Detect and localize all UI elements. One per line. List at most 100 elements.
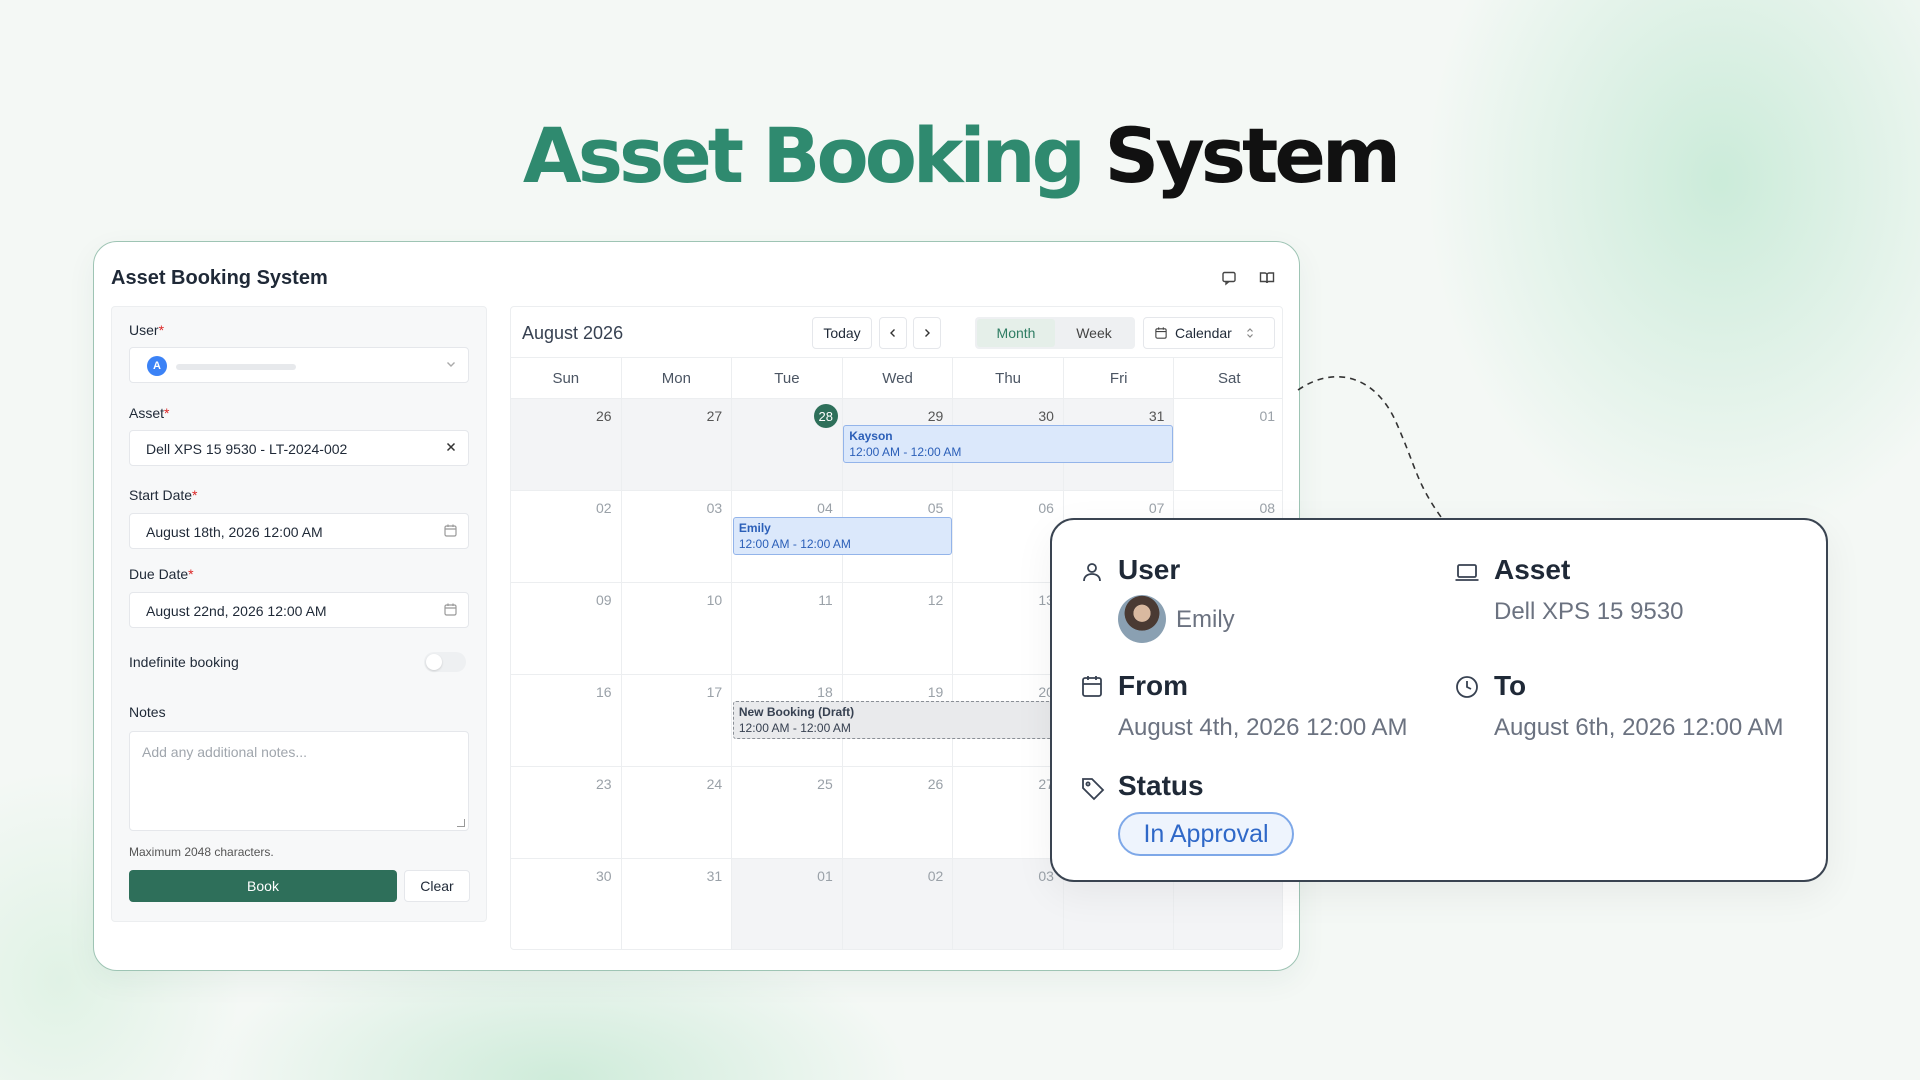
view-week-button[interactable]: Week: [1055, 319, 1133, 347]
popover-asset-label: Asset: [1494, 554, 1571, 585]
day-number: 25: [817, 776, 833, 792]
app-title: Asset Booking System: [111, 267, 328, 289]
day-number: 31: [706, 868, 723, 884]
tag-icon: [1082, 778, 1105, 801]
calendar-day-cell[interactable]: 06: [953, 491, 1064, 582]
weekday-header: Sun Mon Tue Wed Thu Fri Sat: [511, 357, 1282, 399]
chevron-right-icon: [925, 329, 930, 337]
calendar-day-cell[interactable]: 27: [953, 767, 1064, 858]
day-number: 03: [1038, 868, 1054, 884]
day-number: 31: [1148, 408, 1165, 424]
day-number: 02: [596, 500, 612, 516]
calendar-day-cell[interactable]: 27: [621, 399, 733, 490]
day-number: 23: [596, 776, 612, 792]
start-date-input[interactable]: August 18th, 2026 12:00 AM: [129, 513, 469, 549]
today-button[interactable]: Today: [812, 317, 872, 349]
close-icon[interactable]: [444, 440, 458, 454]
calendar-day-cell[interactable]: 02: [842, 859, 954, 949]
day-number: 09: [596, 592, 612, 608]
day-number: 12: [927, 592, 944, 608]
next-month-button[interactable]: [913, 317, 941, 349]
booking-event[interactable]: Kayson 12:00 AM - 12:00 AM: [843, 425, 1173, 463]
calendar-day-cell[interactable]: 13: [953, 583, 1064, 674]
calendar-day-cell[interactable]: 10: [622, 583, 733, 674]
user-field-label: User*: [129, 322, 165, 338]
calendar-day-cell[interactable]: 30: [511, 859, 622, 949]
day-number: 24: [706, 776, 723, 792]
day-number: 10: [706, 592, 723, 608]
calendar-day-cell[interactable]: 17: [622, 675, 733, 766]
weekday-header-sat: Sat: [1218, 370, 1241, 387]
day-number: 07: [1148, 500, 1165, 516]
calendar-day-cell[interactable]: 24: [622, 767, 733, 858]
calendar-icon: [1155, 327, 1167, 339]
day-number: 01: [817, 868, 833, 884]
calendar-day-cell[interactable]: 23: [511, 767, 622, 858]
calendar-icon: [444, 524, 457, 537]
popover-from-label: From: [1118, 670, 1188, 701]
calendar-day-cell[interactable]: 28: [732, 399, 843, 490]
chevron-up-down-icon: [1246, 328, 1253, 338]
view-switcher: Month Week: [975, 317, 1135, 349]
chevron-left-icon: [890, 329, 895, 337]
prev-month-button[interactable]: [879, 317, 907, 349]
calendar-mode-select[interactable]: Calendar: [1143, 317, 1275, 349]
day-number: 27: [706, 408, 723, 424]
asset-value: Dell XPS 15 9530 - LT-2024-002: [146, 441, 348, 457]
event-title: Emily: [738, 521, 771, 535]
day-number: 30: [596, 868, 612, 884]
day-number: 29: [927, 408, 944, 424]
book-button[interactable]: Book: [129, 870, 397, 902]
calendar-day-cell[interactable]: 02: [511, 491, 622, 582]
weekday-header-fri: Fri: [1064, 358, 1175, 398]
asset-select[interactable]: Dell XPS 15 9530 - LT-2024-002: [129, 430, 469, 466]
calendar-day-cell[interactable]: 25: [732, 767, 843, 858]
today-day-number: 28: [813, 404, 838, 428]
docs-button[interactable]: [1251, 262, 1283, 294]
user-avatar: A: [147, 356, 167, 376]
event-title: Kayson: [849, 429, 893, 443]
day-number: 17: [706, 684, 723, 700]
calendar-day-cell[interactable]: 31: [622, 859, 733, 949]
view-month-button[interactable]: Month: [977, 319, 1055, 347]
calendar-day-cell[interactable]: 11: [732, 583, 843, 674]
calendar-day-cell[interactable]: 12: [843, 583, 954, 674]
indefinite-booking-toggle[interactable]: [424, 652, 466, 672]
popover-user-label: User: [1118, 554, 1181, 585]
weekday-header-wed: Wed: [843, 358, 954, 398]
calendar-day-cell[interactable]: 09: [511, 583, 622, 674]
booking-event[interactable]: Emily 12:00 AM - 12:00 AM: [732, 517, 952, 555]
day-number: 01: [1259, 408, 1276, 424]
clock-icon: [1456, 676, 1478, 698]
notes-textarea[interactable]: Add any additional notes...: [129, 731, 469, 831]
booking-detail-popover: User Emily Asset Dell XPS 15 9530 From A…: [1050, 518, 1828, 882]
due-date-input[interactable]: August 22nd, 2026 12:00 AM: [129, 592, 469, 628]
calendar-icon: [1082, 676, 1102, 697]
calendar-day-cell[interactable]: 03: [622, 491, 733, 582]
calendar-icon: [444, 603, 457, 616]
popover-to-label: To: [1494, 670, 1527, 701]
calendar-day-cell[interactable]: 26: [843, 767, 954, 858]
popover-from-value: August 4th, 2026 12:00 AM: [1118, 714, 1408, 741]
calendar-day-cell[interactable]: 01: [1174, 399, 1282, 490]
calendar-day-cell[interactable]: 03: [953, 859, 1064, 949]
calendar-day-cell[interactable]: 01: [732, 859, 843, 949]
day-number: 08: [1259, 500, 1276, 516]
calendar-month-title: August 2026: [522, 323, 624, 343]
popover-user-value: Emily: [1176, 606, 1235, 633]
day-number: 06: [1038, 500, 1054, 516]
clear-button[interactable]: Clear: [404, 870, 470, 902]
calendar-mode-label: Calendar: [1175, 325, 1232, 341]
due-date-label: Due Date*: [129, 566, 194, 582]
chat-button[interactable]: [1213, 262, 1245, 294]
day-number: 26: [927, 776, 944, 792]
weekday-header-thu: Thu: [953, 358, 1064, 398]
day-number: 16: [596, 684, 612, 700]
user-select[interactable]: A: [129, 347, 469, 383]
due-date-value: August 22nd, 2026 12:00 AM: [146, 603, 327, 619]
calendar-day-cell[interactable]: 26: [511, 399, 622, 490]
popover-status-label: Status: [1118, 770, 1204, 801]
resize-handle-icon[interactable]: [457, 819, 465, 827]
notes-placeholder: Add any additional notes...: [142, 744, 308, 760]
calendar-day-cell[interactable]: 16: [511, 675, 622, 766]
